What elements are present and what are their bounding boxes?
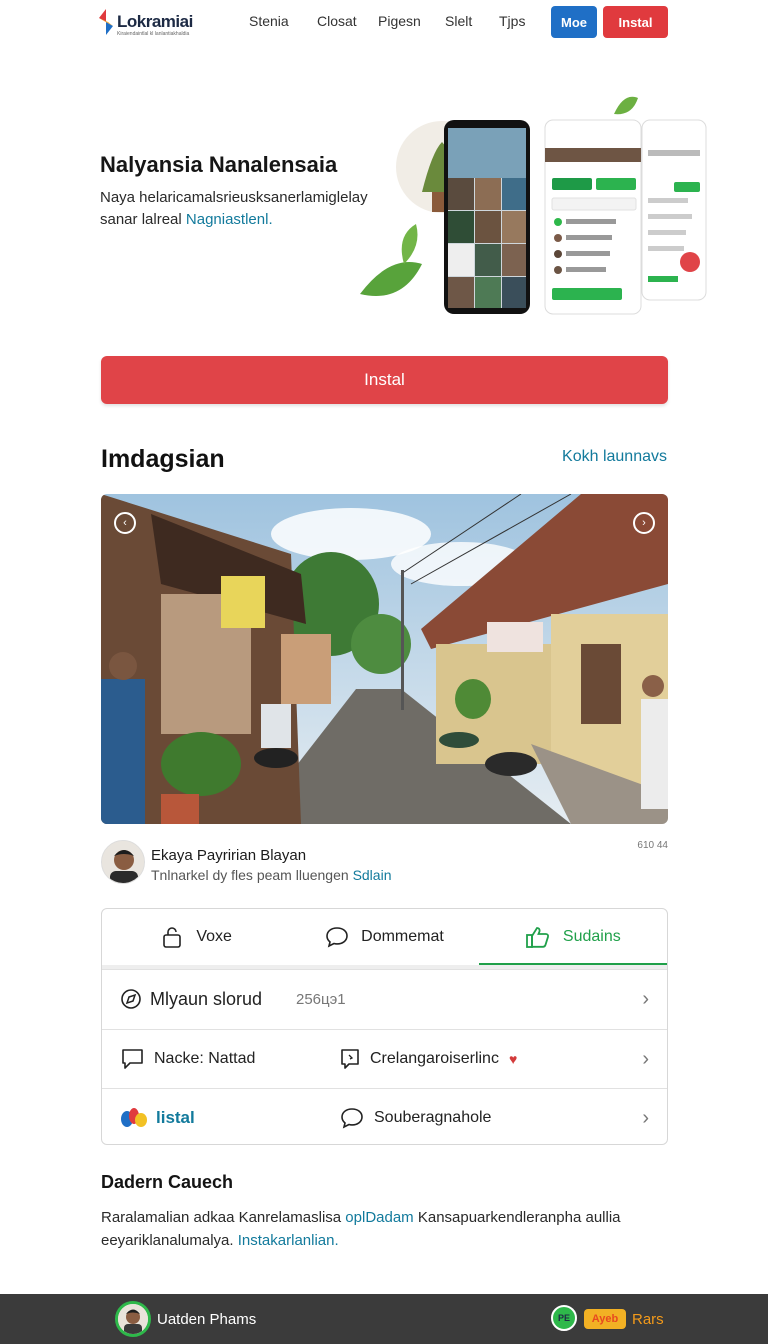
author-block: Ekaya Payririan Blayan Tnlnarkel dy fles… bbox=[101, 840, 668, 888]
tab-dommemat[interactable]: Dommemat bbox=[290, 909, 478, 965]
list-item-nacke-right-label: Crelangaroiserlinc bbox=[370, 1050, 499, 1067]
bottom-bar: Uatden Phams PE Ayeb Rars bbox=[0, 1294, 768, 1344]
details-link-2[interactable]: Instakarlanlian. bbox=[238, 1232, 339, 1249]
chevron-left-circle-icon: ‹ bbox=[123, 517, 127, 529]
hero-description: Naya helaricamalsrieusksanerlamiglelay s… bbox=[100, 187, 380, 231]
nav-link-tips[interactable]: Tjps bbox=[499, 13, 525, 29]
author-subtitle-text: Tnlnarkel dy fles peam lluengen bbox=[151, 867, 349, 883]
details-paragraph: Raralamalian adkaa Kanrelamaslisa oplDad… bbox=[101, 1206, 668, 1252]
list-item-mlyaun[interactable]: Mlyaun slorud 256цэ1 › bbox=[102, 969, 667, 1027]
author-name[interactable]: Ekaya Payririan Blayan bbox=[151, 847, 306, 864]
mode-button[interactable]: Moe bbox=[551, 6, 597, 38]
chevron-right-icon: › bbox=[642, 987, 649, 1010]
list-item-mlyaun-main: Mlyaun slorud bbox=[120, 970, 262, 1028]
logo[interactable]: Lokramiai Kiraiendaintlal kl lanlantiakh… bbox=[96, 8, 206, 38]
comment-icon bbox=[341, 1108, 363, 1129]
hero-description-link[interactable]: Nagniastlenl. bbox=[186, 211, 273, 228]
list-item-nacke-main: Nacke: Nattad bbox=[120, 1030, 255, 1088]
list-item-mlyaun-value: 256цэ1 bbox=[296, 990, 346, 1008]
chevron-right-icon: › bbox=[642, 1106, 649, 1129]
chevron-right-icon: › bbox=[642, 1047, 649, 1070]
thumbs-up-icon bbox=[526, 927, 549, 948]
person-avatar-icon bbox=[118, 1304, 148, 1334]
heart-icon: ♥ bbox=[508, 1051, 518, 1067]
tab-sudains[interactable]: Sudains bbox=[478, 909, 668, 965]
author-subtitle: Tnlnarkel dy fles peam lluengen Sdlain bbox=[151, 867, 391, 883]
list-item-listal-label: listal bbox=[156, 1108, 195, 1127]
hero-title: Nalyansia Nanalensaia bbox=[100, 152, 338, 177]
nav-link-slelt[interactable]: Slelt bbox=[445, 13, 472, 29]
comment-icon bbox=[326, 927, 348, 948]
app-badge[interactable]: PE bbox=[551, 1305, 577, 1331]
tab-voxe-label: Voxe bbox=[196, 928, 232, 945]
list-item-listal-secondary: Souberagnahole bbox=[340, 1089, 491, 1147]
user-name[interactable]: Uatden Phams bbox=[157, 1311, 256, 1328]
section-title: Imdagsian bbox=[101, 445, 225, 473]
logo-tagline: Kiraiendaintlal kl lanlantiakhaldia bbox=[117, 31, 190, 37]
tab-sudains-label: Sudains bbox=[562, 928, 621, 945]
author-subtitle-link[interactable]: Sdlain bbox=[353, 867, 392, 883]
tab-dommemat-label: Dommemat bbox=[361, 928, 444, 945]
chat-icon bbox=[122, 1049, 143, 1069]
action-panel: Voxe Dommemat Sudains Mlyaun slorud 256ц… bbox=[101, 908, 668, 1145]
details-title: Dadern Cauech bbox=[101, 1172, 234, 1192]
chevron-right-circle-icon: › bbox=[642, 517, 646, 529]
nav-link-pigesn[interactable]: Pigesn bbox=[378, 13, 421, 29]
details-link-1[interactable]: oplDadam bbox=[345, 1209, 413, 1226]
install-button-top[interactable]: Instal bbox=[603, 6, 668, 38]
list-item-nacke[interactable]: Nacke: Nattad Crelangaroiserlinc ♥ › bbox=[102, 1029, 667, 1087]
compass-icon bbox=[121, 989, 141, 1009]
top-navigation: Lokramiai Kiraiendaintlal kl lanlantiakh… bbox=[0, 0, 768, 44]
street-photo-image bbox=[101, 494, 668, 824]
author-avatar[interactable] bbox=[101, 840, 145, 884]
list-item-nacke-secondary: Crelangaroiserlinc ♥ bbox=[340, 1030, 517, 1088]
list-item-listal-right-label: Souberagnahole bbox=[374, 1109, 492, 1126]
logo-mark-icon bbox=[99, 9, 113, 35]
rewards-label[interactable]: Rars bbox=[632, 1311, 664, 1328]
hero-app-illustration bbox=[360, 96, 707, 315]
tab-voxe[interactable]: Voxe bbox=[102, 909, 290, 965]
lock-icon bbox=[163, 927, 182, 948]
nav-link-stenia[interactable]: Stenia bbox=[249, 13, 289, 29]
section-link[interactable]: Kokh launnavs bbox=[562, 448, 667, 466]
logo-text: Lokramiai bbox=[117, 12, 193, 31]
user-avatar[interactable] bbox=[115, 1301, 151, 1337]
list-item-nacke-label: Nacke: Nattad bbox=[154, 1050, 256, 1067]
author-meta: 610 44 bbox=[637, 840, 668, 851]
list-item-mlyaun-label: Mlyaun slorud bbox=[150, 988, 263, 1009]
promo-chip[interactable]: Ayeb bbox=[584, 1309, 626, 1329]
photo-next-button[interactable]: › bbox=[633, 512, 655, 534]
nav-link-closat[interactable]: Closat bbox=[317, 13, 357, 29]
list-item-listal[interactable]: listal Souberagnahole › bbox=[102, 1088, 667, 1146]
photo-prev-button[interactable]: ‹ bbox=[114, 512, 136, 534]
person-avatar-icon bbox=[102, 841, 144, 883]
brand-icon bbox=[121, 1108, 147, 1127]
install-cta-button[interactable]: Instal bbox=[101, 356, 668, 404]
list-item-listal-main: listal bbox=[120, 1089, 195, 1147]
details-text-1: Raralamalian adkaa Kanrelamaslisa bbox=[101, 1209, 342, 1226]
tab-bar: Voxe Dommemat Sudains bbox=[102, 909, 668, 965]
note-icon bbox=[341, 1049, 359, 1069]
street-photo[interactable]: ‹ › bbox=[101, 494, 668, 824]
